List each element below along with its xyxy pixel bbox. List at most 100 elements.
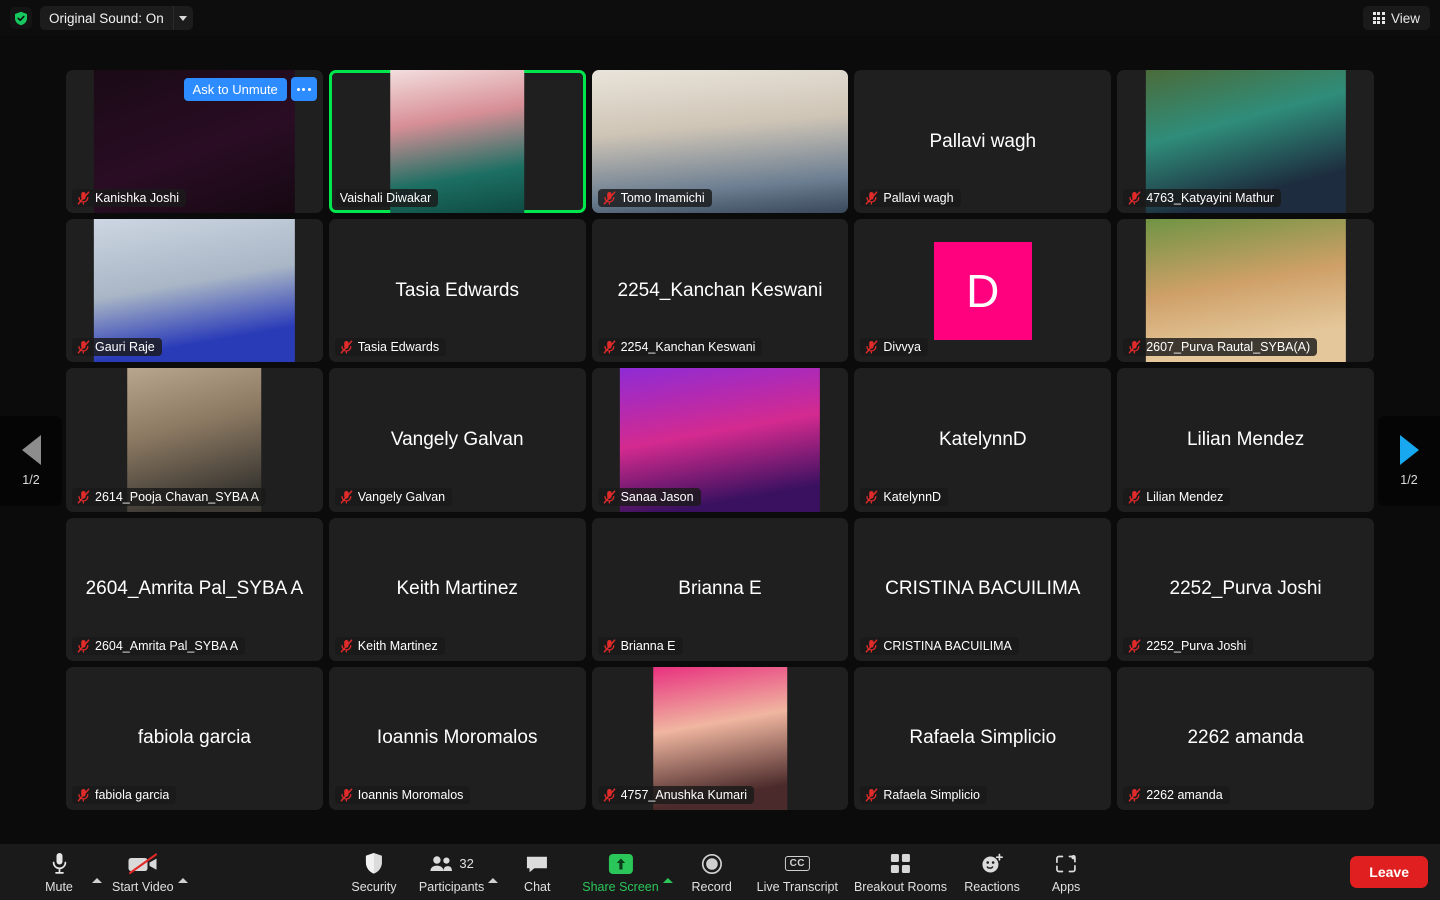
start-video-button[interactable]: Start Video [104,851,182,894]
participants-label: Participants [419,880,484,894]
breakout-rooms-label: Breakout Rooms [854,880,947,894]
participant-tile[interactable]: Tasia EdwardsTasia Edwards [329,219,586,362]
participant-tile[interactable]: 4763_Katyayini Mathur [1117,70,1374,213]
apps-button[interactable]: Apps [1029,851,1103,894]
participant-tile[interactable]: 2254_Kanchan Keswani2254_Kanchan Keswani [592,219,849,362]
participant-name-bar: Pallavi wagh [860,189,960,207]
participant-name-bar: Sanaa Jason [598,488,701,506]
muted-microphone-icon [865,490,878,504]
muted-microphone-icon [1128,490,1141,504]
participants-count: 32 [459,856,473,871]
participant-tile[interactable]: 2604_Amrita Pal_SYBA A2604_Amrita Pal_SY… [66,518,323,661]
participant-tile[interactable]: CRISTINA BACUILIMACRISTINA BACUILIMA [854,518,1111,661]
participant-name-bar: fabiola garcia [72,786,176,804]
mute-button[interactable]: Mute [22,851,96,894]
chat-label: Chat [524,880,550,894]
participant-name: Sanaa Jason [621,490,694,504]
participant-name-bar: 4763_Katyayini Mathur [1123,189,1281,207]
muted-microphone-icon [603,639,616,653]
participant-name-bar: Kanishka Joshi [72,189,186,207]
security-button[interactable]: Security [337,851,411,894]
participant-tile[interactable]: Sanaa Jason [592,368,849,511]
audio-options-chevron-icon[interactable] [92,861,102,879]
top-bar: Original Sound: On View [0,0,1440,36]
live-transcript-label: Live Transcript [757,880,838,894]
share-screen-button[interactable]: Share Screen [574,851,666,894]
participant-tile[interactable]: 2252_Purva Joshi2252_Purva Joshi [1117,518,1374,661]
original-sound-label: Original Sound: On [40,11,173,26]
participant-tile[interactable]: Keith MartinezKeith Martinez [329,518,586,661]
more-options-icon[interactable] [291,77,317,101]
next-page-label: 1/2 [1400,473,1417,487]
participant-tile[interactable]: Ask to Unmute Kanishka Joshi [66,70,323,213]
view-button-label: View [1391,11,1420,26]
muted-microphone-icon [865,191,878,205]
participant-name: 4763_Katyayini Mathur [1146,191,1274,205]
participant-name: 2607_Purva Rautal_SYBA(A) [1146,340,1310,354]
participant-name-bar: 2604_Amrita Pal_SYBA A [72,637,245,655]
original-sound-control[interactable]: Original Sound: On [10,6,193,30]
triangle-right-icon [1400,435,1419,465]
participants-options-chevron-icon[interactable] [488,861,498,879]
participant-name: CRISTINA BACUILIMA [883,639,1012,653]
mute-label: Mute [45,880,73,894]
video-options-chevron-icon[interactable] [178,861,188,879]
participant-name: 2262 amanda [1146,788,1222,802]
participant-tile[interactable]: KatelynnDKatelynnD [854,368,1111,511]
share-options-chevron-icon[interactable] [663,861,673,879]
participant-tile[interactable]: Vangely GalvanVangely Galvan [329,368,586,511]
participant-name: Kanishka Joshi [95,191,179,205]
participant-tile[interactable]: Tomo Imamichi [592,70,849,213]
muted-microphone-icon [340,639,353,653]
participant-tile[interactable]: fabiola garciafabiola garcia [66,667,323,810]
previous-page-button[interactable]: 1/2 [0,416,62,506]
participant-tile[interactable]: Rafaela SimplicioRafaela Simplicio [854,667,1111,810]
participant-name-bar: Ioannis Moromalos [335,786,471,804]
participant-tile[interactable]: 2262 amanda2262 amanda [1117,667,1374,810]
participant-tile[interactable]: Ioannis MoromalosIoannis Moromalos [329,667,586,810]
participant-name-bar: Brianna E [598,637,683,655]
muted-microphone-icon [1128,191,1141,205]
participant-tile[interactable]: DDivvya [854,219,1111,362]
participant-name-bar: 2252_Purva Joshi [1123,637,1253,655]
triangle-left-icon [22,435,41,465]
grid-icon [1373,12,1385,24]
muted-microphone-icon [603,340,616,354]
reactions-button[interactable]: Reactions [955,851,1029,894]
cc-icon-text: CC [785,856,810,871]
caret-down-icon[interactable] [173,6,193,30]
participant-name: Vangely Galvan [358,490,445,504]
chat-button[interactable]: Chat [500,851,574,894]
participant-name: Keith Martinez [358,639,438,653]
participant-tile[interactable]: Lilian MendezLilian Mendez [1117,368,1374,511]
participant-tile[interactable]: Vaishali Diwakar [329,70,586,213]
reactions-label: Reactions [964,880,1020,894]
shield-check-icon [10,7,32,29]
people-icon: 32 [429,851,473,877]
muted-microphone-icon [603,788,616,802]
muted-microphone-icon [340,490,353,504]
muted-microphone-icon [865,639,878,653]
cc-icon: CC [785,851,810,877]
meeting-toolbar: Mute Start Video Security [0,844,1440,900]
participant-name-bar: Keith Martinez [335,637,445,655]
view-button[interactable]: View [1363,6,1430,30]
ask-to-unmute-button[interactable]: Ask to Unmute [184,78,287,101]
participant-name-bar: Vangely Galvan [335,488,452,506]
breakout-rooms-button[interactable]: Breakout Rooms [846,851,955,894]
participant-tile[interactable]: Gauri Raje [66,219,323,362]
record-button[interactable]: Record [675,851,749,894]
participant-tile[interactable]: Pallavi waghPallavi wagh [854,70,1111,213]
participant-tile[interactable]: Brianna EBrianna E [592,518,849,661]
participant-tile[interactable]: 2614_Pooja Chavan_SYBA A [66,368,323,511]
live-transcript-button[interactable]: CC Live Transcript [749,851,846,894]
participant-name: Vaishali Diwakar [340,191,431,205]
muted-microphone-icon [340,788,353,802]
chat-bubble-icon [525,851,549,877]
participant-name-bar: Rafaela Simplicio [860,786,987,804]
next-page-button[interactable]: 1/2 [1378,416,1440,506]
leave-button[interactable]: Leave [1350,856,1428,888]
participant-tile[interactable]: 4757_Anushka Kumari [592,667,849,810]
participant-tile[interactable]: 2607_Purva Rautal_SYBA(A) [1117,219,1374,362]
participants-button[interactable]: 32 Participants [411,851,492,894]
